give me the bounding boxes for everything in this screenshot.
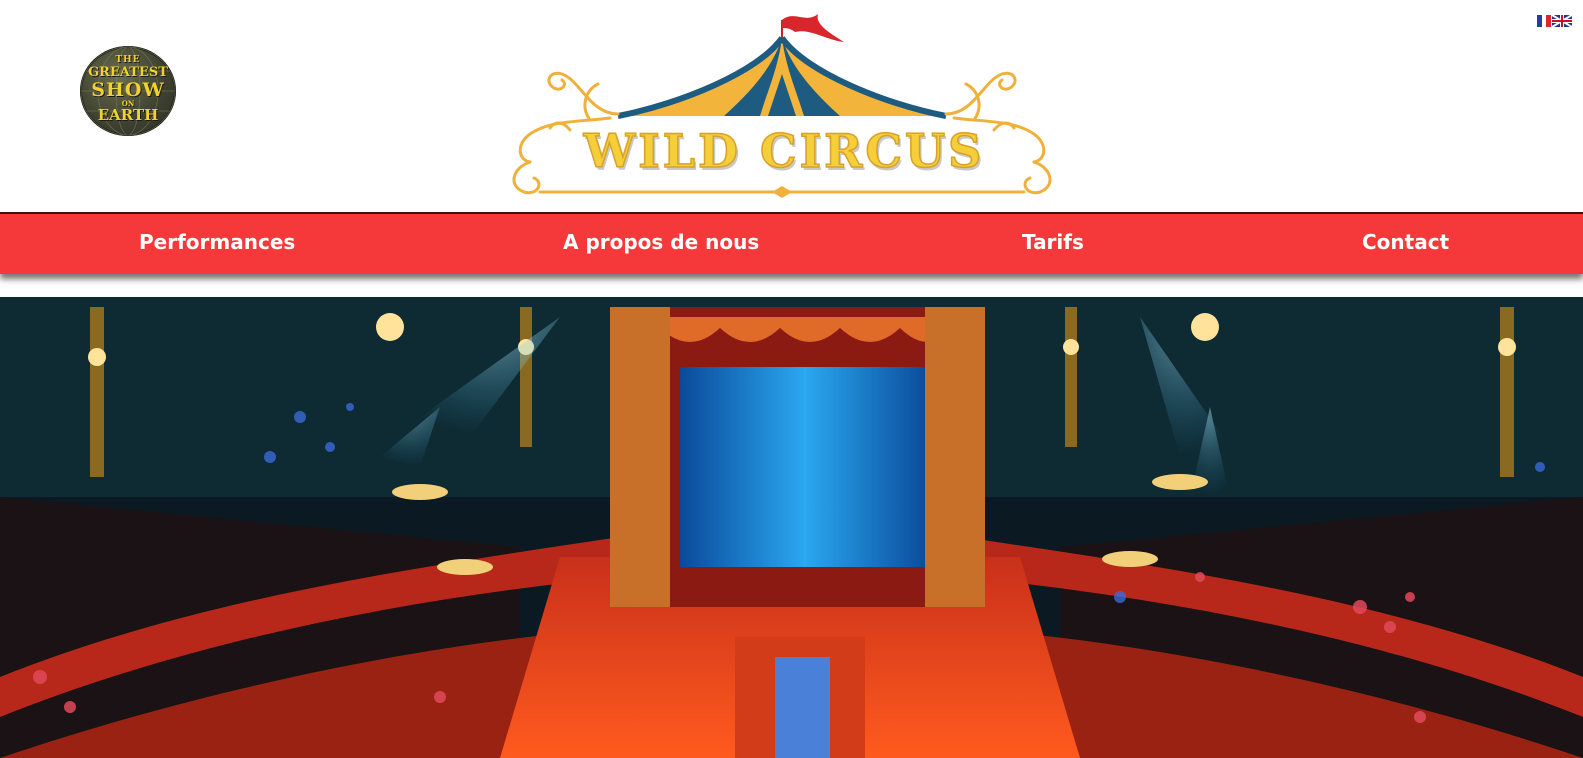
language-switcher xyxy=(1537,15,1572,28)
main-navigation: Performances A propos de nous Tarifs Con… xyxy=(0,212,1583,274)
greatest-show-badge[interactable]: THE GREATEST SHOW ON EARTH xyxy=(80,46,176,136)
badge-line-1: THE xyxy=(115,55,141,65)
badge-line-5: EARTH xyxy=(97,106,159,124)
logo-title: WILD CIRCUS xyxy=(583,123,985,179)
wild-circus-logo[interactable]: WILD CIRCUS xyxy=(510,10,1058,200)
site-header: THE GREATEST SHOW ON EARTH WILD CIRCUS xyxy=(0,0,1583,212)
nav-about-us[interactable]: A propos de nous xyxy=(563,230,759,254)
badge-line-3: SHOW xyxy=(91,79,165,101)
nav-performances[interactable]: Performances xyxy=(139,230,295,254)
hero-circus-arena-image xyxy=(0,297,1583,758)
nav-pricing[interactable]: Tarifs xyxy=(1022,230,1084,254)
french-flag-icon[interactable] xyxy=(1537,15,1552,27)
nav-contact[interactable]: Contact xyxy=(1362,230,1449,254)
badge-line-2: GREATEST xyxy=(88,65,168,80)
uk-flag-icon[interactable] xyxy=(1552,15,1572,27)
